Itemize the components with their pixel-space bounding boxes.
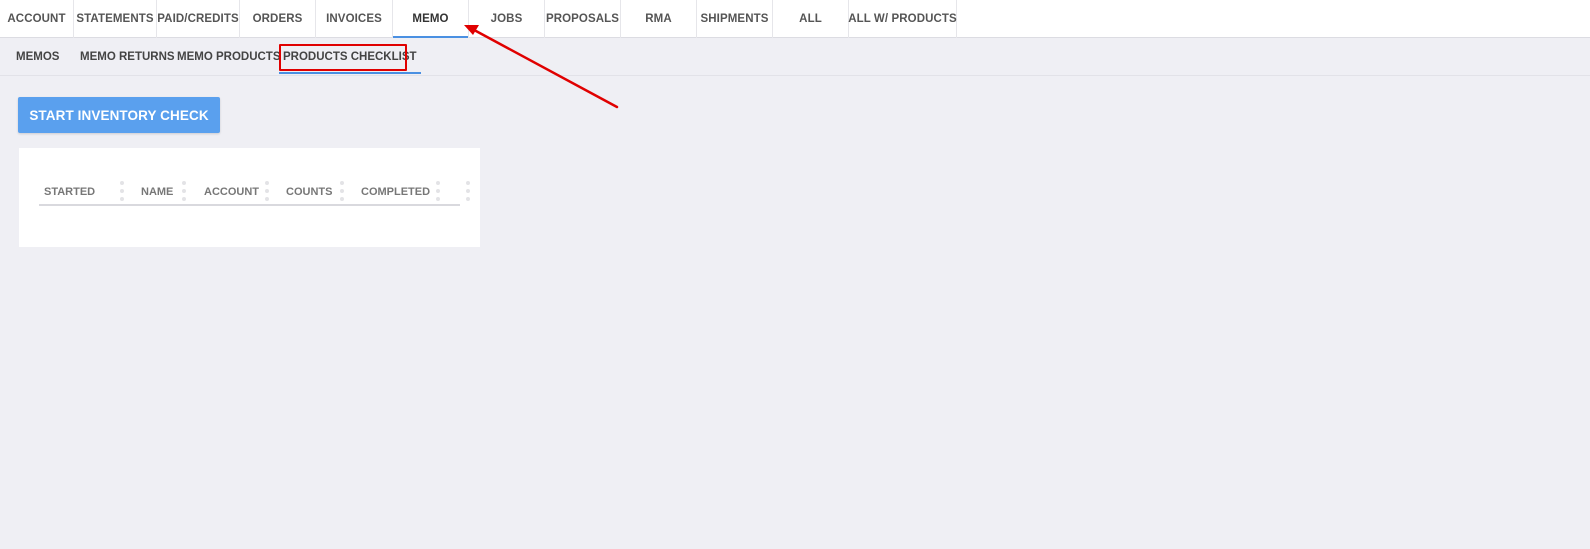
subtab-label: MEMO PRODUCTS <box>177 51 281 63</box>
column-resize-handle[interactable] <box>265 181 269 201</box>
column-resize-handle[interactable] <box>120 181 124 201</box>
tab-label: RMA <box>645 13 672 25</box>
tab-all[interactable]: ALL <box>773 0 849 38</box>
sub-nav: MEMOS MEMO RETURNS MEMO PRODUCTS PRODUCT… <box>0 38 1590 76</box>
active-subtab-indicator <box>279 72 421 74</box>
tab-label: JOBS <box>490 13 523 25</box>
column-header-started[interactable]: STARTED <box>44 180 95 204</box>
tab-label: PAID/CREDITS <box>157 13 239 25</box>
tab-label: PROPOSALS <box>545 13 620 25</box>
tab-all-with-products[interactable]: ALL W/ PRODUCTS <box>848 0 957 38</box>
subtab-label: MEMO RETURNS <box>80 51 175 63</box>
top-nav: ACCOUNT STATEMENTS PAID/CREDITS ORDERS I… <box>0 0 1590 38</box>
subtab-memo-returns[interactable]: MEMO RETURNS <box>80 38 175 76</box>
tab-memo[interactable]: MEMO <box>393 0 469 38</box>
tab-label: MEMO <box>412 13 449 25</box>
tab-label: ORDERS <box>252 13 303 25</box>
tab-label: ALL W/ PRODUCTS <box>848 13 957 25</box>
tab-proposals[interactable]: PROPOSALS <box>545 0 621 38</box>
tab-jobs[interactable]: JOBS <box>469 0 545 38</box>
column-header-account[interactable]: ACCOUNT <box>204 180 259 204</box>
tab-statements[interactable]: STATEMENTS <box>74 0 157 38</box>
subtab-memo-products[interactable]: MEMO PRODUCTS <box>177 38 281 76</box>
tab-label: SHIPMENTS <box>700 13 769 25</box>
tab-paid-credits[interactable]: PAID/CREDITS <box>157 0 240 38</box>
subtab-memos[interactable]: MEMOS <box>16 38 59 76</box>
tab-label: INVOICES <box>326 13 382 25</box>
tab-account[interactable]: ACCOUNT <box>0 0 74 38</box>
column-header-name[interactable]: NAME <box>141 180 173 204</box>
column-header-counts[interactable]: COUNTS <box>286 180 332 204</box>
tab-orders[interactable]: ORDERS <box>240 0 316 38</box>
subtab-products-checklist[interactable]: PRODUCTS CHECKLIST <box>279 38 421 76</box>
checklist-table-card: STARTED NAME ACCOUNT COUNTS COMPLETED <box>19 148 480 247</box>
tab-label: ACCOUNT <box>7 13 66 25</box>
tab-shipments[interactable]: SHIPMENTS <box>697 0 773 38</box>
subtab-label: MEMOS <box>16 51 60 63</box>
annotation-arrow <box>464 25 619 109</box>
column-resize-handle[interactable] <box>340 181 344 201</box>
column-header-completed[interactable]: COMPLETED <box>361 180 430 204</box>
subtab-label: PRODUCTS CHECKLIST <box>283 51 417 63</box>
column-menu-handle[interactable] <box>466 181 470 201</box>
tab-label: STATEMENTS <box>76 13 154 25</box>
column-resize-handle[interactable] <box>182 181 186 201</box>
tab-rma[interactable]: RMA <box>621 0 697 38</box>
tab-label: ALL <box>799 13 822 25</box>
start-inventory-check-button[interactable]: START INVENTORY CHECK <box>18 97 220 133</box>
table-header: STARTED NAME ACCOUNT COUNTS COMPLETED <box>39 180 470 206</box>
column-resize-handle[interactable] <box>436 181 440 201</box>
tab-invoices[interactable]: INVOICES <box>316 0 393 38</box>
